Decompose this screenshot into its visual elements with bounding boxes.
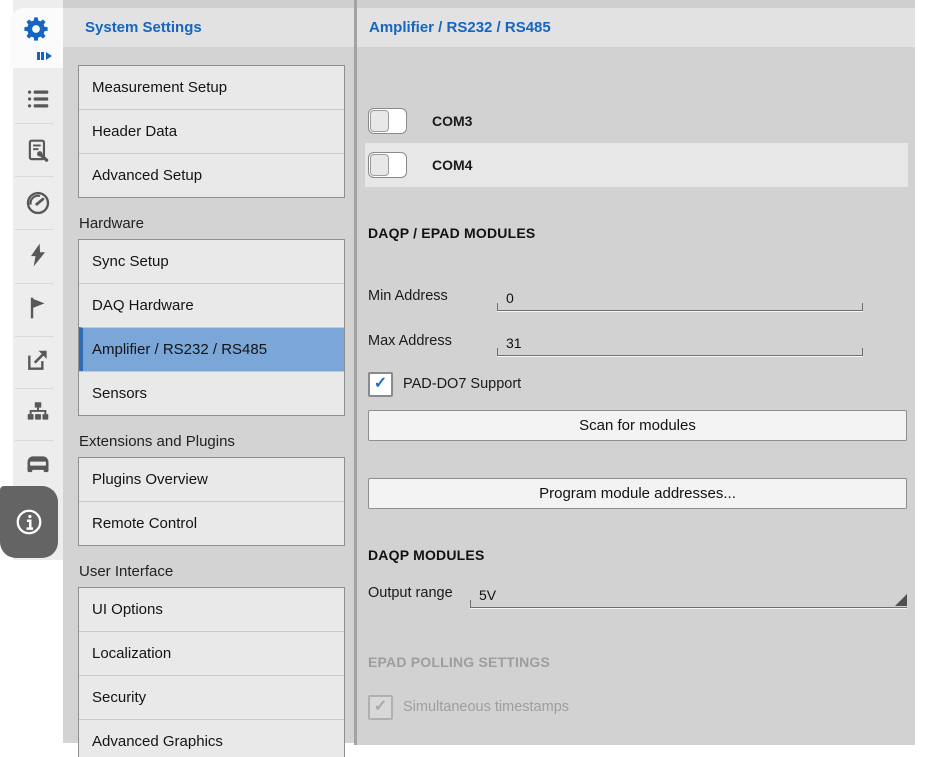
- max-address-row: Max Address 31: [368, 326, 907, 356]
- pad-do7-checkbox[interactable]: ✓ PAD-DO7 Support: [368, 371, 907, 397]
- tab-trigger[interactable]: [13, 233, 63, 277]
- daqp-modules-heading: DAQP MODULES: [368, 547, 907, 563]
- top-band: [357, 0, 915, 8]
- com3-toggle[interactable]: [368, 108, 407, 134]
- checkmark-icon: ✓: [374, 376, 387, 392]
- com4-toggle[interactable]: [368, 152, 407, 178]
- output-range-value: 5V: [479, 587, 496, 603]
- output-range-row: Output range 5V: [368, 578, 907, 608]
- export-icon: [25, 347, 51, 373]
- sidebar-group-label-extensions: Extensions and Plugins: [79, 433, 354, 450]
- max-address-value: 31: [506, 335, 522, 351]
- simultaneous-timestamps-label: Simultaneous timestamps: [403, 699, 569, 715]
- document-wrench-icon: [25, 138, 51, 164]
- pad-do7-label: PAD-DO7 Support: [403, 376, 521, 392]
- sidebar-item-ui-options[interactable]: UI Options: [79, 588, 344, 631]
- com4-row: COM4: [365, 143, 908, 187]
- system-settings-panel: System Settings Measurement Setup Header…: [63, 0, 354, 743]
- sidebar-group-extensions: Plugins Overview Remote Control: [78, 457, 345, 546]
- left-icon-rail: [0, 0, 63, 562]
- sitemap-icon: [25, 399, 51, 425]
- tab-network[interactable]: [13, 390, 63, 434]
- min-address-input[interactable]: 0: [497, 284, 863, 311]
- page-title: Amplifier / RS232 / RS485: [369, 19, 551, 36]
- sidebar-item-security[interactable]: Security: [79, 675, 344, 719]
- epad-polling-heading: EPAD POLLING SETTINGS: [368, 654, 907, 670]
- sidebar-item-daq-hardware[interactable]: DAQ Hardware: [79, 283, 344, 327]
- tab-measure[interactable]: [13, 181, 63, 225]
- com4-label: COM4: [432, 157, 472, 173]
- output-range-label: Output range: [368, 585, 470, 601]
- sidebar-item-measurement-setup[interactable]: Measurement Setup: [79, 66, 344, 109]
- dropdown-arrow-icon: [895, 594, 907, 606]
- checkbox-box: ✓: [368, 695, 393, 720]
- settings-window: System Settings Measurement Setup Header…: [0, 0, 926, 757]
- daqp-epad-modules-heading: DAQP / EPAD MODULES: [368, 225, 907, 241]
- flag-icon: [25, 295, 51, 321]
- com3-label: COM3: [432, 113, 472, 129]
- checkbox-box: ✓: [368, 372, 393, 397]
- sidebar-group-general: Measurement Setup Header Data Advanced S…: [78, 65, 345, 198]
- checkmark-icon: ✓: [374, 699, 387, 715]
- output-range-dropdown[interactable]: 5V: [470, 581, 907, 608]
- amplifier-settings-panel: Amplifier / RS232 / RS485 COM3 COM4 DAQP…: [357, 0, 915, 745]
- min-address-value: 0: [506, 290, 514, 306]
- sidebar-group-user-interface: UI Options Localization Security Advance…: [78, 587, 345, 757]
- program-module-addresses-button[interactable]: Program module addresses...: [368, 478, 907, 509]
- sidebar-item-sync-setup[interactable]: Sync Setup: [79, 240, 344, 283]
- info-icon: [14, 507, 44, 537]
- sidebar-title: System Settings: [85, 19, 202, 36]
- sidebar-item-header-data[interactable]: Header Data: [79, 109, 344, 153]
- tab-vehicle[interactable]: [13, 442, 63, 486]
- sidebar-group-hardware: Sync Setup DAQ Hardware Amplifier / RS23…: [78, 239, 345, 416]
- tab-setup-file[interactable]: [13, 129, 63, 173]
- top-band: [63, 0, 354, 8]
- toggle-knob: [370, 154, 389, 176]
- list-icon: [25, 86, 51, 112]
- scan-for-modules-button[interactable]: Scan for modules: [368, 410, 907, 441]
- tab-flag[interactable]: [13, 286, 63, 330]
- sidebar-item-plugins-overview[interactable]: Plugins Overview: [79, 458, 344, 501]
- sidebar-item-remote-control[interactable]: Remote Control: [79, 501, 344, 545]
- tab-info[interactable]: [0, 486, 58, 558]
- expand-panel-icon[interactable]: [37, 52, 52, 60]
- tab-export[interactable]: [13, 338, 63, 382]
- gauge-icon: [25, 190, 51, 216]
- sidebar-group-label-hardware: Hardware: [79, 215, 354, 232]
- min-address-row: Min Address 0: [368, 281, 907, 311]
- sidebar-header: System Settings: [63, 8, 354, 47]
- max-address-input[interactable]: 31: [497, 329, 863, 356]
- toggle-knob: [370, 110, 389, 132]
- max-address-label: Max Address: [368, 333, 497, 349]
- sidebar-item-advanced-setup[interactable]: Advanced Setup: [79, 153, 344, 197]
- sidebar-group-label-user-interface: User Interface: [79, 563, 354, 580]
- content-header: Amplifier / RS232 / RS485: [357, 8, 915, 47]
- car-icon: [24, 450, 52, 478]
- sidebar-item-sensors[interactable]: Sensors: [79, 371, 344, 415]
- com3-row: COM3: [368, 99, 907, 143]
- gear-icon: [21, 14, 51, 44]
- simultaneous-timestamps-checkbox: ✓ Simultaneous timestamps: [368, 694, 907, 720]
- lightning-icon: [25, 242, 51, 268]
- sidebar-item-advanced-graphics[interactable]: Advanced Graphics: [79, 719, 344, 757]
- tab-settings[interactable]: [10, 8, 63, 68]
- tab-channel-list[interactable]: [13, 77, 63, 121]
- sidebar-item-amplifier-rs232-rs485[interactable]: Amplifier / RS232 / RS485: [79, 327, 344, 371]
- sidebar-item-localization[interactable]: Localization: [79, 631, 344, 675]
- min-address-label: Min Address: [368, 288, 497, 304]
